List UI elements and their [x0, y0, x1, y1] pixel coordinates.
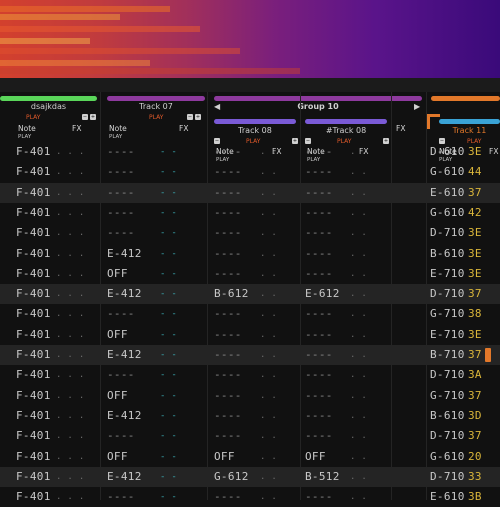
- minus-icon[interactable]: −: [305, 138, 311, 144]
- track-color-bar: [214, 119, 296, 124]
- fx-column-header: FX: [72, 124, 82, 133]
- fx-column-header: FX: [272, 147, 282, 156]
- column-sub-label: PLAY: [439, 157, 453, 163]
- track-title[interactable]: #Track 08: [305, 126, 387, 135]
- track-accent-bar: [439, 119, 500, 124]
- plus-icon[interactable]: +: [195, 114, 201, 120]
- track-column-3[interactable]: Track 08 − + PLAY Note FX PLAY: [210, 92, 301, 500]
- toolbar-strip: [0, 78, 500, 93]
- spectrum-band: [0, 48, 240, 54]
- column-sub-label: PLAY: [307, 157, 321, 163]
- track-column-4[interactable]: #Track 08 − + PLAY Note FX PLAY: [301, 92, 392, 500]
- play-status[interactable]: PLAY: [149, 114, 163, 121]
- spectrum-band: [0, 68, 300, 74]
- fx-column-header: FX: [489, 147, 499, 156]
- track-color-bar: [431, 96, 500, 101]
- play-status[interactable]: PLAY: [467, 138, 481, 145]
- track-column-6[interactable]: Track 11 − PLAY Note FX PLAY: [427, 92, 500, 500]
- track-column-1[interactable]: dsajkdas − + PLAY Note FX PLAY: [0, 92, 101, 500]
- spectrum-band: [0, 26, 200, 32]
- spectrum-band: [0, 6, 170, 12]
- track-title[interactable]: Track 11: [439, 126, 500, 135]
- plus-icon[interactable]: +: [90, 114, 96, 120]
- minus-icon[interactable]: −: [187, 114, 193, 120]
- track-color-bar: [0, 96, 97, 101]
- track-title[interactable]: dsajkdas: [0, 102, 97, 111]
- column-sub-label: PLAY: [109, 134, 123, 140]
- minus-icon[interactable]: −: [439, 138, 445, 144]
- minus-icon[interactable]: −: [214, 138, 220, 144]
- play-status[interactable]: PLAY: [337, 138, 351, 145]
- pattern-editor: F-401 ---- ---- ---- D-610 3E. . .- -. .. . F-…: [0, 92, 500, 503]
- note-column-header: Note: [439, 147, 457, 156]
- note-column-header: Note: [307, 147, 325, 156]
- track-title[interactable]: Track 08: [214, 126, 296, 135]
- track-title[interactable]: Track 07: [107, 102, 205, 111]
- fx-column-header: FX: [179, 124, 189, 133]
- fx-column-header: FX: [396, 124, 406, 133]
- note-column-header: Note: [109, 124, 127, 133]
- play-status[interactable]: PLAY: [246, 138, 260, 145]
- track-column-5[interactable]: FX: [392, 92, 427, 500]
- spectrum-analyzer: [0, 0, 500, 78]
- track-color-bar: [107, 96, 205, 101]
- track-column-2[interactable]: Track 07 − + PLAY Note FX PLAY: [103, 92, 208, 500]
- plus-icon[interactable]: +: [383, 138, 389, 144]
- note-column-header: Note: [18, 124, 36, 133]
- column-sub-label: PLAY: [216, 157, 230, 163]
- minus-icon[interactable]: −: [82, 114, 88, 120]
- play-status[interactable]: PLAY: [26, 114, 40, 121]
- spectrum-band: [0, 38, 90, 44]
- note-column-header: Note: [216, 147, 234, 156]
- spectrum-band: [0, 14, 120, 20]
- track-color-bar: [305, 119, 387, 124]
- column-sub-label: PLAY: [18, 134, 32, 140]
- fx-column-header: FX: [359, 147, 369, 156]
- plus-icon[interactable]: +: [292, 138, 298, 144]
- spectrum-band: [0, 60, 150, 66]
